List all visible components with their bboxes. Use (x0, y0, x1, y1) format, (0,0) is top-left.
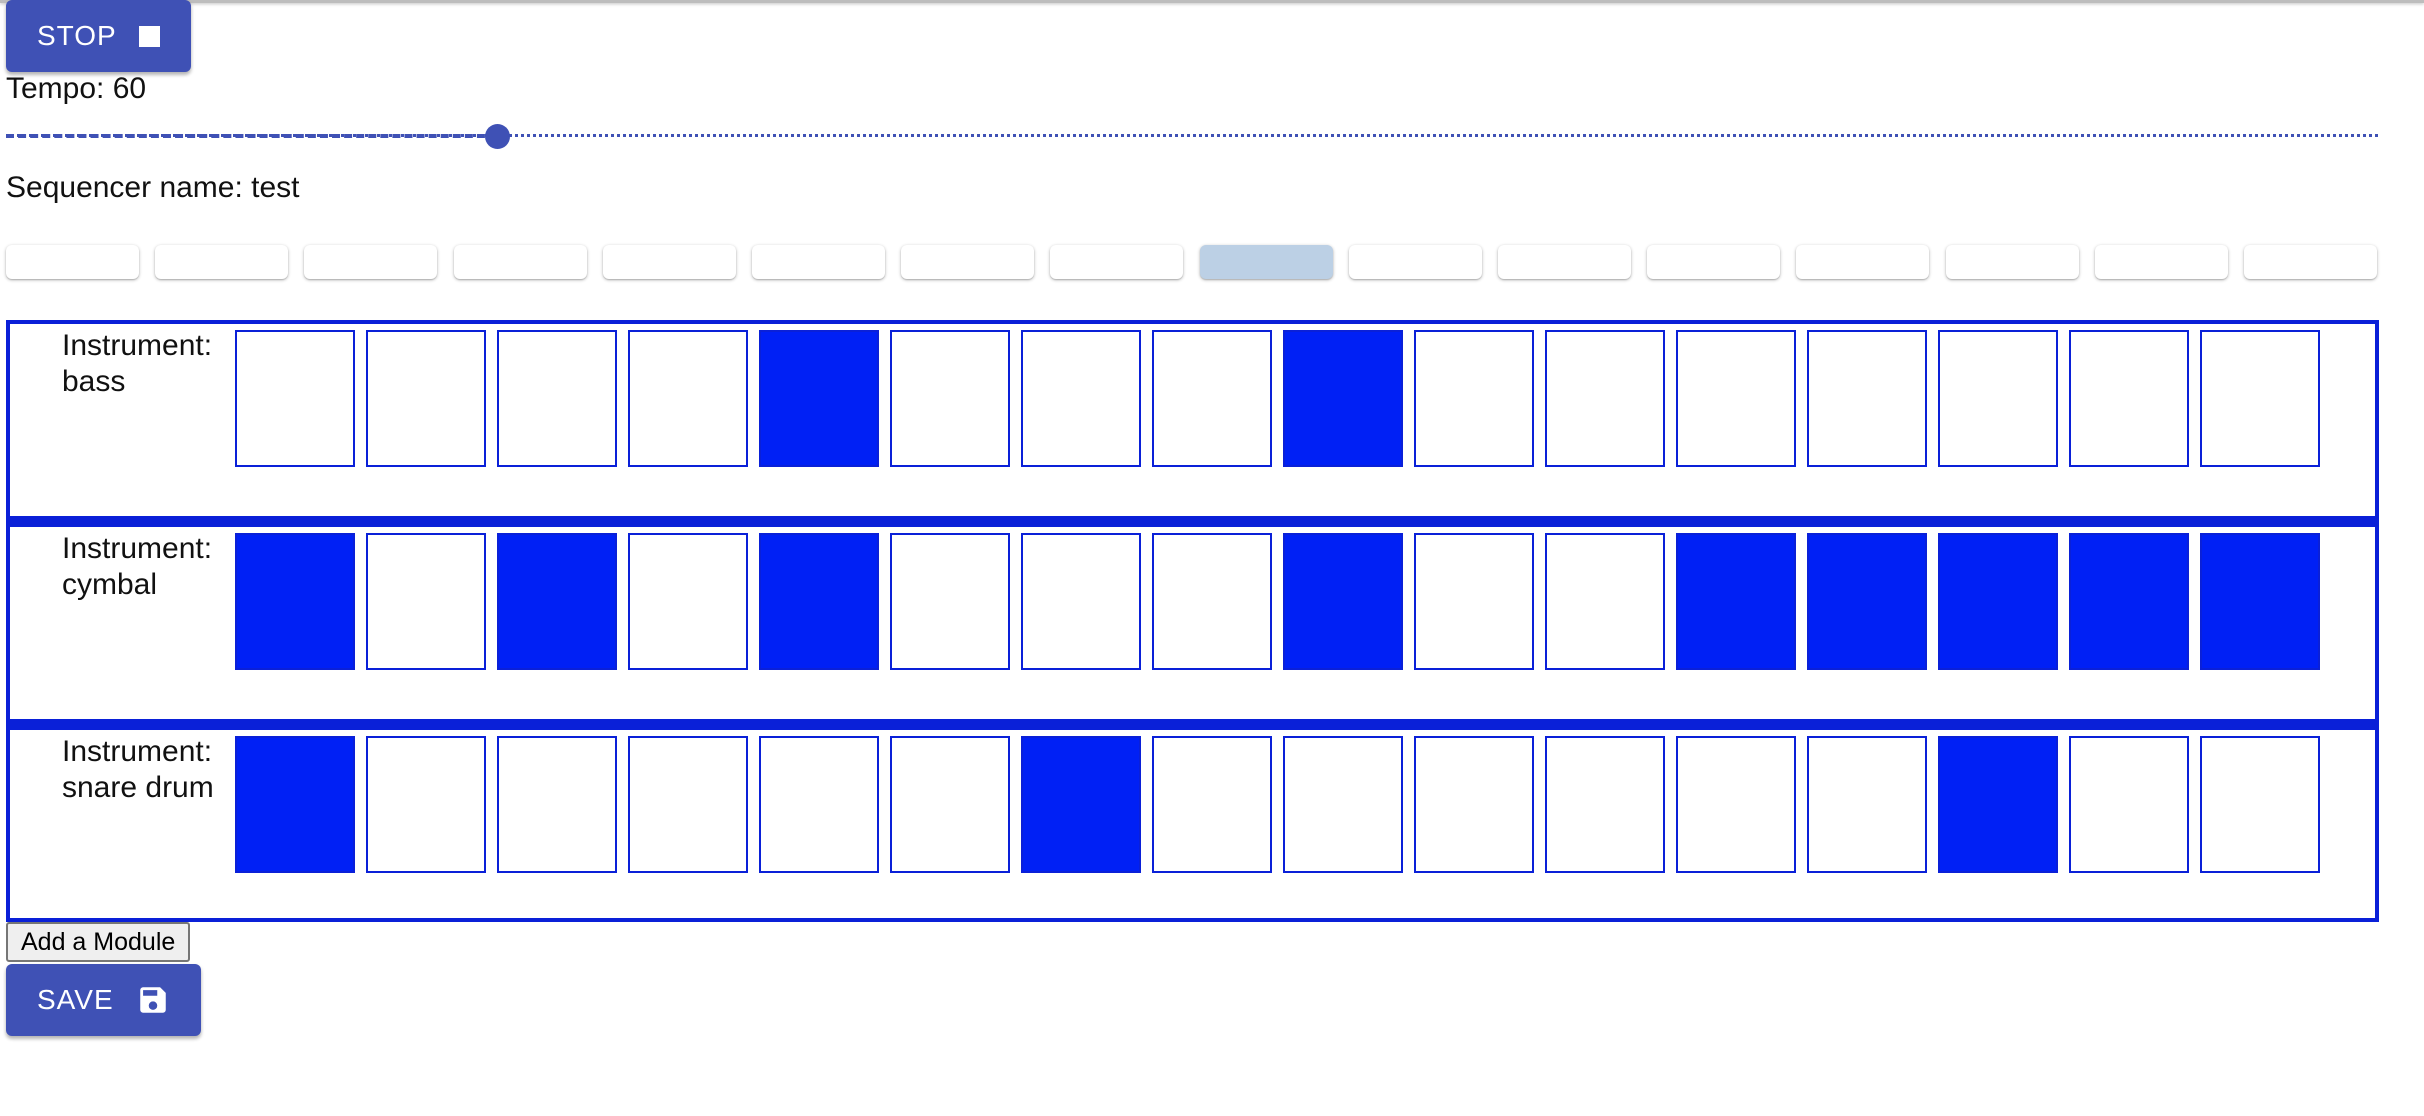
floppy-disk-icon (136, 983, 170, 1017)
step-cell[interactable] (2200, 736, 2320, 873)
save-button-label: SAVE (37, 984, 114, 1015)
step-cell[interactable] (628, 533, 748, 670)
step-indicator (1050, 245, 1184, 279)
step-cell[interactable] (2069, 330, 2189, 467)
step-cell[interactable] (1021, 330, 1141, 467)
step-cell[interactable] (497, 533, 617, 670)
sequencer-name: Sequencer name: test (6, 171, 300, 204)
step-cell[interactable] (235, 736, 355, 873)
step-indicator (1199, 245, 1333, 279)
tempo-slider[interactable] (6, 118, 2378, 154)
stop-button-label: STOP (37, 20, 117, 51)
step-indicator (1498, 245, 1631, 279)
step-cell[interactable] (1021, 533, 1141, 670)
instrument-label: Instrument: cymbal (62, 532, 213, 601)
step-cell[interactable] (628, 736, 748, 873)
step-cell[interactable] (366, 533, 486, 670)
step-cell[interactable] (759, 736, 879, 873)
step-indicator (155, 245, 289, 279)
tempo-slider-track (6, 134, 497, 138)
save-button[interactable]: SAVE (6, 964, 201, 1036)
step-cell[interactable] (1414, 736, 1534, 873)
step-indicator (1647, 245, 1781, 279)
step-cell[interactable] (1807, 330, 1927, 467)
instrument-module: Instrument: bass (6, 320, 2379, 520)
step-cell[interactable] (497, 736, 617, 873)
step-cell[interactable] (1545, 533, 1665, 670)
step-indicator (1348, 245, 1482, 279)
step-cell[interactable] (1807, 736, 1927, 873)
instrument-module: Instrument: snare drum (6, 723, 2379, 922)
step-cell[interactable] (1938, 330, 2058, 467)
step-indicator (453, 245, 587, 279)
step-cell[interactable] (1414, 330, 1534, 467)
step-indicator (304, 245, 438, 279)
step-cell[interactable] (235, 533, 355, 670)
step-cell[interactable] (1414, 533, 1534, 670)
app-top-bar (0, 0, 2424, 3)
step-indicator (6, 245, 139, 279)
tempo-slider-thumb[interactable] (485, 124, 510, 149)
step-cell[interactable] (890, 736, 1010, 873)
tempo-label: Tempo: 60 (6, 72, 147, 105)
step-cell[interactable] (1938, 736, 2058, 873)
step-cell[interactable] (235, 330, 355, 467)
step-cell[interactable] (1545, 330, 1665, 467)
step-cell[interactable] (1938, 533, 2058, 670)
step-cell[interactable] (1283, 736, 1403, 873)
step-cell[interactable] (628, 330, 748, 467)
step-cell[interactable] (2069, 736, 2189, 873)
step-indicator (901, 245, 1035, 279)
step-cell[interactable] (1676, 736, 1796, 873)
step-cell[interactable] (1545, 736, 1665, 873)
step-cell[interactable] (759, 533, 879, 670)
stop-icon (138, 25, 160, 47)
step-cell[interactable] (366, 330, 486, 467)
step-cell[interactable] (890, 330, 1010, 467)
step-cell[interactable] (759, 330, 879, 467)
step-cell[interactable] (366, 736, 486, 873)
step-indicator (752, 245, 885, 279)
step-cell[interactable] (1283, 533, 1403, 670)
instrument-label: Instrument: bass (62, 329, 213, 398)
module-list: Instrument: bass Instrument: cymbal Instru… (6, 320, 2379, 922)
step-indicator (1796, 245, 1930, 279)
step-cell[interactable] (1283, 330, 1403, 467)
step-cell[interactable] (1152, 533, 1272, 670)
step-cell[interactable] (1021, 736, 1141, 873)
step-cell[interactable] (1676, 533, 1796, 670)
add-module-button[interactable]: Add a Module (6, 922, 191, 962)
step-cell[interactable] (1152, 330, 1272, 467)
instrument-module: Instrument: cymbal (6, 520, 2379, 723)
step-cell[interactable] (1676, 330, 1796, 467)
step-cell[interactable] (2069, 533, 2189, 670)
step-cell[interactable] (497, 330, 617, 467)
step-cell[interactable] (2200, 330, 2320, 467)
stop-button[interactable]: STOP (6, 0, 191, 72)
step-indicator (2094, 245, 2228, 279)
step-cell[interactable] (1807, 533, 1927, 670)
step-indicator (602, 245, 736, 279)
step-indicator (1945, 245, 2079, 279)
step-indicator (2244, 245, 2377, 279)
step-cell[interactable] (1152, 736, 1272, 873)
step-cell[interactable] (2200, 533, 2320, 670)
instrument-label: Instrument: snare drum (62, 735, 214, 804)
step-cell[interactable] (890, 533, 1010, 670)
